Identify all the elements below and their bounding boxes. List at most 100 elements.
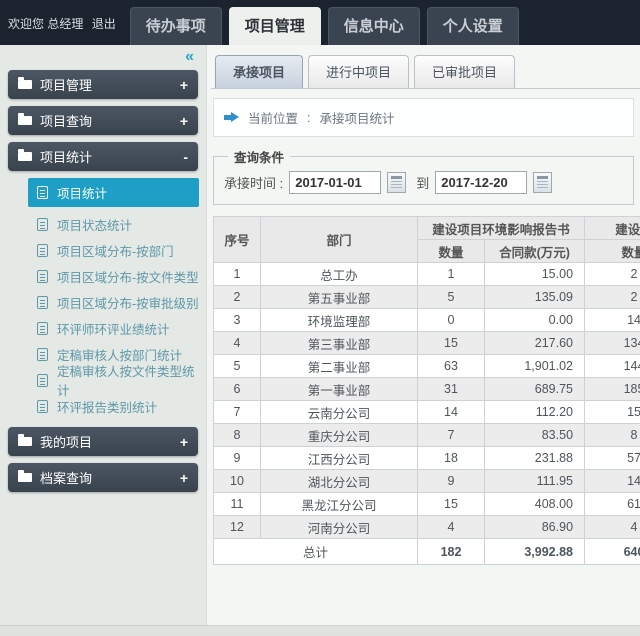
horizontal-scrollbar[interactable] <box>0 625 640 636</box>
stats-table: 序号 部门 建设项目环境影响报告书 建设项 数量 合同款(万元) 数量 1 总工… <box>213 216 640 565</box>
collapse-sidebar-icon[interactable]: « <box>185 48 194 65</box>
cell-qty2: 14 <box>585 309 640 332</box>
table-body: 1 总工办 1 15.00 2 2 第五事业部 5 135.09 2 3 环境监… <box>214 263 640 539</box>
cell-qty: 18 <box>418 447 485 470</box>
cell-dept: 第一事业部 <box>261 378 418 401</box>
cell-amount: 83.50 <box>485 424 585 447</box>
sidebar-section-label: 项目统计 <box>40 147 183 166</box>
cell-qty2: 15 <box>585 401 640 424</box>
document-icon <box>37 244 48 257</box>
table-row: 3 环境监理部 0 0.00 14 <box>214 309 640 332</box>
tab-info-center[interactable]: 信息中心 <box>328 7 420 45</box>
sidebar-subitem[interactable]: 项目统计 <box>28 178 199 207</box>
tab-todo-items[interactable]: 待办事项 <box>130 7 222 45</box>
cell-amount: 217.60 <box>485 332 585 355</box>
undertake-time-label: 承接时间 : <box>224 173 283 192</box>
breadcrumb: 当前位置 : 承接项目统计 <box>213 98 634 137</box>
date-to-input[interactable] <box>435 171 527 194</box>
cell-qty: 0 <box>418 309 485 332</box>
cell-seq: 11 <box>214 493 261 516</box>
sidebar-subitem[interactable]: 项目区域分布-按审批级别 <box>28 289 206 315</box>
sidebar-item-archive-query[interactable]: 档案查询 + <box>8 463 198 492</box>
sidebar-item-project-management[interactable]: 项目管理 + <box>8 70 198 99</box>
sidebar-subitem[interactable]: 项目区域分布-按文件类型 <box>28 263 206 289</box>
sidebar-subitem[interactable]: 环评师环评业绩统计 <box>28 315 206 341</box>
sidebar-item-project-stats[interactable]: 项目统计 - <box>8 142 198 171</box>
cell-seq: 3 <box>214 309 261 332</box>
collapse-icon[interactable]: - <box>183 149 188 165</box>
sidebar-subitem-label: 环评报告类别统计 <box>57 397 157 416</box>
table-row: 7 云南分公司 14 112.20 15 <box>214 401 640 424</box>
tab-personal-settings[interactable]: 个人设置 <box>427 7 519 45</box>
sidebar-subitem[interactable]: 项目状态统计 <box>28 211 206 237</box>
sidebar-subitem[interactable]: 定稿审核人按文件类型统计 <box>28 367 206 393</box>
table-row: 2 第五事业部 5 135.09 2 <box>214 286 640 309</box>
total-qty2: 640 <box>585 539 640 565</box>
calendar-icon[interactable] <box>533 172 552 193</box>
sidebar-section-label: 档案查询 <box>40 468 180 487</box>
total-label: 总计 <box>214 539 418 565</box>
cell-qty: 14 <box>418 401 485 424</box>
cell-seq: 4 <box>214 332 261 355</box>
document-icon <box>37 186 48 199</box>
cell-seq: 6 <box>214 378 261 401</box>
sidebar-section-label: 项目查询 <box>40 111 180 130</box>
document-icon <box>37 400 48 413</box>
cell-qty: 63 <box>418 355 485 378</box>
query-conditions-legend: 查询条件 <box>228 147 290 166</box>
logout-link[interactable]: 退出 <box>92 17 116 31</box>
cell-seq: 8 <box>214 424 261 447</box>
cell-qty: 31 <box>418 378 485 401</box>
folder-icon <box>18 152 32 161</box>
cell-amount: 135.09 <box>485 286 585 309</box>
cell-qty2: 8 <box>585 424 640 447</box>
cell-qty: 7 <box>418 424 485 447</box>
expand-icon[interactable]: + <box>180 113 188 129</box>
cell-dept: 环境监理部 <box>261 309 418 332</box>
cell-qty2: 2 <box>585 263 640 286</box>
cell-seq: 10 <box>214 470 261 493</box>
calendar-icon[interactable] <box>387 172 406 193</box>
tab-approved-projects[interactable]: 已审批项目 <box>414 55 515 88</box>
table-row: 1 总工办 1 15.00 2 <box>214 263 640 286</box>
cell-seq: 2 <box>214 286 261 309</box>
total-row: 总计 182 3,992.88 640 <box>214 539 640 565</box>
col-header-qty2: 数量 <box>585 240 640 263</box>
tab-inprogress-projects[interactable]: 进行中项目 <box>308 55 409 88</box>
sidebar-section-label: 我的项目 <box>40 432 180 451</box>
cell-qty2: 144 <box>585 355 640 378</box>
sidebar-section-label: 项目管理 <box>40 75 180 94</box>
expand-icon[interactable]: + <box>180 434 188 450</box>
cell-amount: 0.00 <box>485 309 585 332</box>
cell-seq: 12 <box>214 516 261 539</box>
table-row: 12 河南分公司 4 86.90 4 <box>214 516 640 539</box>
cell-qty: 4 <box>418 516 485 539</box>
sidebar-subitem-label: 项目区域分布-按审批级别 <box>57 293 199 312</box>
tab-undertaken-projects[interactable]: 承接项目 <box>215 55 303 88</box>
sidebar-subitem-label: 项目状态统计 <box>57 215 132 234</box>
expand-icon[interactable]: + <box>180 77 188 93</box>
cell-qty: 15 <box>418 493 485 516</box>
cell-qty2: 2 <box>585 286 640 309</box>
document-icon <box>37 322 48 335</box>
top-tab-bar: 待办事项 项目管理 信息中心 个人设置 <box>130 7 519 45</box>
date-from-input[interactable] <box>289 171 381 194</box>
cell-seq: 9 <box>214 447 261 470</box>
cell-dept: 湖北分公司 <box>261 470 418 493</box>
tab-project-management[interactable]: 项目管理 <box>229 7 321 45</box>
document-icon <box>37 374 48 387</box>
cell-amount: 1,901.02 <box>485 355 585 378</box>
sidebar-subitem[interactable]: 项目区域分布-按部门 <box>28 237 206 263</box>
folder-icon <box>18 80 32 89</box>
breadcrumb-value: 承接项目统计 <box>320 108 395 127</box>
cell-qty: 1 <box>418 263 485 286</box>
cell-qty2: 185 <box>585 378 640 401</box>
table-row: 10 湖北分公司 9 111.95 14 <box>214 470 640 493</box>
expand-icon[interactable]: + <box>180 470 188 486</box>
sidebar-subitem-label: 项目统计 <box>57 183 107 202</box>
cell-amount: 112.20 <box>485 401 585 424</box>
cell-qty: 9 <box>418 470 485 493</box>
sidebar-item-project-query[interactable]: 项目查询 + <box>8 106 198 135</box>
sidebar-item-my-projects[interactable]: 我的项目 + <box>8 427 198 456</box>
col-group-report-book: 建设项目环境影响报告书 <box>418 217 585 240</box>
